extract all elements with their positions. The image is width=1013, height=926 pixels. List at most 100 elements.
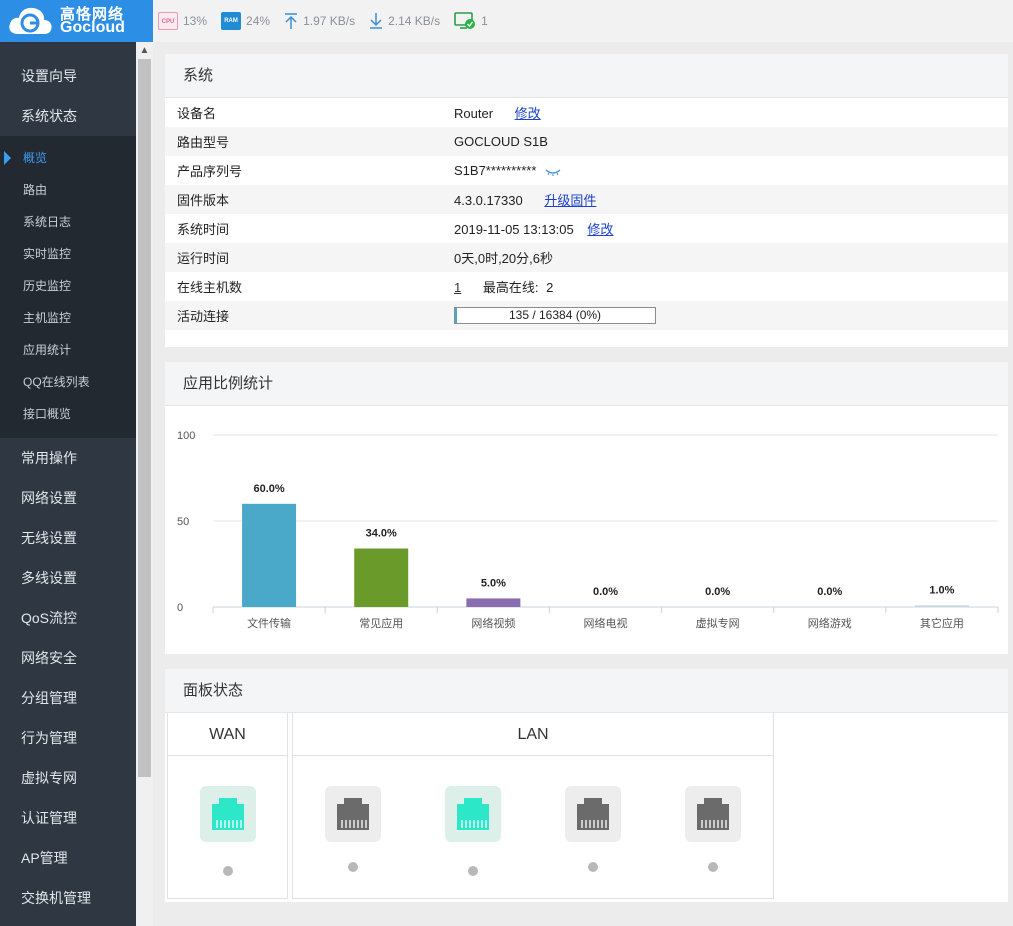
sidebar-item-vpn[interactable]: 虚拟专网 [0, 758, 136, 798]
system-panel-title: 系统 [165, 54, 1008, 98]
app-stats-chart-area: 0 50 100 60.0% 文件传输 34.0% 常见应用 5.0% 网络视频 0.0% 网络电视… [165, 406, 1008, 650]
port-status-led [348, 862, 358, 872]
model-label: 路由型号 [165, 127, 454, 156]
online-hosts-link[interactable]: 1 [454, 280, 461, 295]
x-tick-label: 网络游戏 [808, 616, 852, 630]
download-speed: 2.14 KB/s [388, 14, 441, 28]
upload-arrow-icon [285, 13, 298, 29]
port-status-led [223, 866, 233, 876]
data-label: 5.0% [481, 577, 506, 589]
scroll-up-arrow-icon[interactable]: ▲ [136, 42, 153, 59]
ethernet-port[interactable] [565, 786, 621, 842]
app-stats-bar-chart: 0 50 100 60.0% 文件传输 34.0% 常见应用 5.0% 网络视频 0.0% 网络电视… [177, 430, 999, 630]
active-connections-value: 135 / 16384 (0%) [508, 308, 602, 323]
firmware-label: 固件版本 [165, 185, 454, 214]
sidebar-sub-qq-online[interactable]: QQ在线列表 [0, 366, 136, 398]
brand-logo[interactable]: 高恪网络 Gocloud [0, 0, 153, 42]
model-value: GOCLOUD S1B [454, 127, 1008, 156]
sidebar-sub-interface-overview[interactable]: 接口概览 [0, 398, 136, 430]
ethernet-port[interactable] [200, 786, 256, 842]
sidebar-item-wireless-settings[interactable]: 无线设置 [0, 518, 136, 558]
sidebar-sub-host-monitor[interactable]: 主机监控 [0, 302, 136, 334]
x-tick-label: 网络视频 [471, 616, 515, 630]
download-stat: 2.14 KB/s [369, 12, 440, 30]
status-strip: CPU 13% RAM 24% 1.97 KB/s 2.14 KB/s 1 [158, 0, 502, 42]
sidebar-sub-realtime-monitor[interactable]: 实时监控 [0, 238, 136, 270]
cpu-stat: CPU 13% [158, 12, 207, 30]
sidebar-item-switch-management[interactable]: 交换机管理 [0, 878, 136, 918]
sidebar-item-setup-wizard[interactable]: 设置向导 [0, 56, 136, 96]
y-tick-label: 50 [177, 516, 189, 528]
sidebar-item-system-status[interactable]: 系统状态 [0, 96, 136, 136]
sidebar-item-network-security[interactable]: 网络安全 [0, 638, 136, 678]
peak-online-label: 最高在线: [482, 280, 539, 295]
wan-port-group: WAN [167, 713, 288, 899]
sidebar-sub-system-log[interactable]: 系统日志 [0, 206, 136, 238]
wan-title: WAN [168, 713, 287, 756]
lan-port-group: LAN [292, 713, 774, 899]
system-status-submenu: 概览 路由 系统日志 实时监控 历史监控 主机监控 应用统计 QQ在线列表 接口… [0, 136, 136, 438]
x-tick-label: 网络电视 [584, 616, 628, 630]
upload-stat: 1.97 KB/s [284, 12, 355, 30]
ethernet-port[interactable] [325, 786, 381, 842]
ethernet-port-icon [457, 798, 489, 830]
cpu-usage: 13% [183, 14, 208, 28]
x-tick-label: 文件传输 [247, 616, 291, 630]
scroll-thumb[interactable] [138, 59, 151, 777]
table-row: 产品序列号 S1B7********** [165, 156, 1008, 185]
sidebar-item-network-settings[interactable]: 网络设置 [0, 478, 136, 518]
sidebar-sub-overview[interactable]: 概览 [0, 142, 136, 174]
sidebar-item-ap-management[interactable]: AP管理 [0, 838, 136, 878]
uptime-label: 运行时间 [165, 243, 454, 272]
active-connections-progress: 135 / 16384 (0%) [454, 307, 656, 325]
ethernet-port-icon [212, 798, 244, 830]
edit-device-name-link[interactable]: 修改 [515, 106, 541, 121]
online-devices-stat[interactable]: 1 [454, 11, 488, 31]
sidebar-item-qos[interactable]: QoS流控 [0, 598, 136, 638]
system-time-value: 2019-11-05 13:13:05 [454, 222, 574, 237]
sidebar-item-behavior-management[interactable]: 行为管理 [0, 718, 136, 758]
sidebar-item-auth-management[interactable]: 认证管理 [0, 798, 136, 838]
sidebar-item-common-ops[interactable]: 常用操作 [0, 438, 136, 478]
sidebar-sub-route[interactable]: 路由 [0, 174, 136, 206]
bar [466, 598, 521, 607]
sidebar-item-multiline-settings[interactable]: 多线设置 [0, 558, 136, 598]
gocloud-logo-icon [9, 7, 52, 34]
device-name-label: 设备名 [177, 106, 217, 121]
peak-online-value: 2 [546, 280, 554, 295]
ram-usage: 24% [246, 14, 271, 28]
uptime-value: 0天,0时,20分,6秒 [454, 243, 1008, 272]
ethernet-port[interactable] [685, 786, 741, 842]
serial-value: S1B7********** [454, 163, 537, 178]
sidebar-item-group-management[interactable]: 分组管理 [0, 678, 136, 718]
ram-icon: RAM [221, 12, 242, 30]
ethernet-port[interactable] [445, 786, 501, 842]
sidebar-scrollbar[interactable]: ▲ [136, 42, 153, 926]
data-label: 34.0% [366, 528, 397, 540]
table-row: 固件版本 4.3.0.17330 升级固件 [165, 185, 1008, 214]
online-devices-count: 1 [481, 14, 488, 28]
edit-system-time-link[interactable]: 修改 [587, 222, 613, 237]
x-tick-label: 其它应用 [920, 616, 964, 630]
y-tick-label: 0 [177, 602, 183, 614]
active-connections-label: 活动连接 [165, 301, 454, 330]
panel-status-title: 面板状态 [165, 669, 1008, 713]
upgrade-firmware-link[interactable]: 升级固件 [544, 193, 596, 208]
system-time-label: 系统时间 [177, 222, 230, 237]
sidebar-sub-history-monitor[interactable]: 历史监控 [0, 270, 136, 302]
x-tick-label: 常见应用 [359, 616, 403, 630]
bar [914, 605, 969, 607]
y-tick-label: 100 [177, 430, 195, 442]
table-row: 路由型号 GOCLOUD S1B [165, 127, 1008, 156]
download-arrow-icon [370, 13, 383, 29]
sidebar-sub-app-stats[interactable]: 应用统计 [0, 334, 136, 366]
eye-closed-icon[interactable] [544, 167, 562, 177]
data-label: 0.0% [593, 586, 618, 598]
app-stats-title: 应用比例统计 [165, 362, 1008, 406]
cpu-icon: CPU [158, 12, 178, 30]
panel-status-panel: 面板状态 WAN LAN [165, 669, 1008, 902]
ethernet-port-icon [577, 798, 609, 830]
brand-name-en: Gocloud [60, 19, 125, 36]
table-row: 在线主机数 1 最高在线: 2 [165, 272, 1008, 301]
x-tick-label: 虚拟专网 [696, 616, 740, 630]
